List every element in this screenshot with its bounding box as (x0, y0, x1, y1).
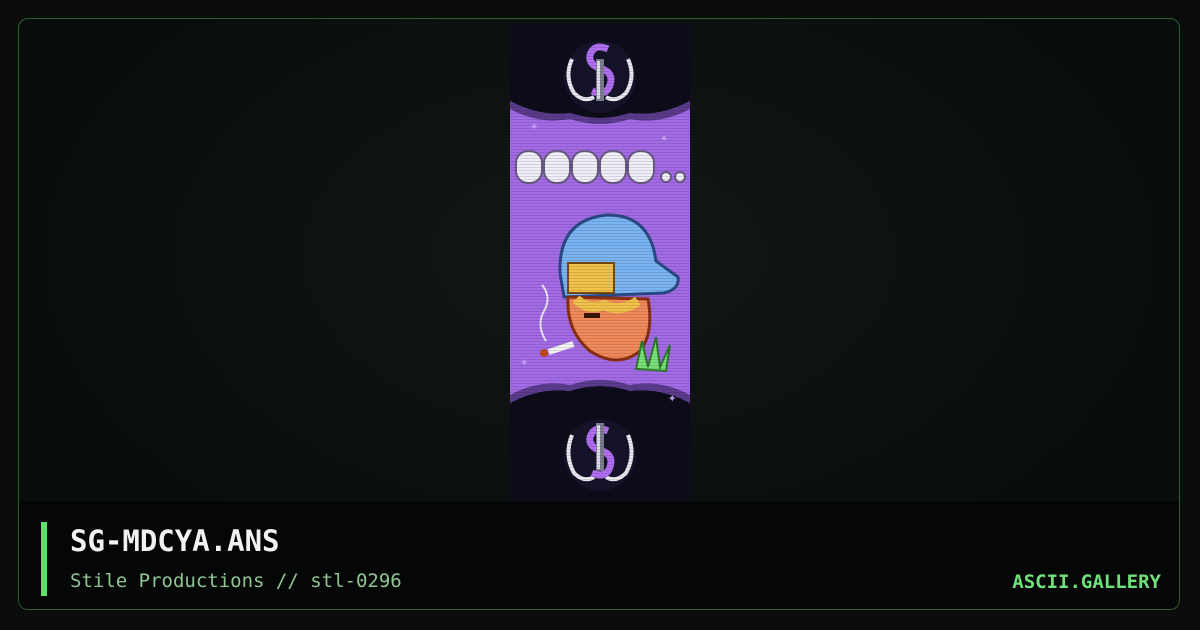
ansi-artwork-preview[interactable]: ✦ ✦ ✦ ✦ (510, 25, 690, 501)
stile-logo-icon (564, 419, 636, 491)
artwork-character (539, 213, 680, 373)
artwork-bottom-wave (510, 380, 690, 417)
sparkle-icon: ✦ (520, 354, 529, 370)
info-footer: SG-MDCYA.ANS Stile Productions // stl-02… (19, 501, 1179, 609)
site-brand-link[interactable]: ASCII.GALLERY (1012, 571, 1161, 593)
artwork-graffiti-lettering (515, 150, 686, 184)
stile-logo-icon (564, 41, 636, 113)
card-frame: ✦ ✦ ✦ ✦ SG-MDCYA.ANS Stile Productions /… (18, 18, 1180, 610)
sparkle-icon: ✦ (668, 390, 677, 406)
accent-bar (41, 522, 47, 596)
artist-group-credit: Stile Productions // stl-0296 (70, 570, 402, 592)
sparkle-icon: ✦ (530, 118, 539, 134)
sparkle-icon: ✦ (660, 130, 669, 146)
file-title: SG-MDCYA.ANS (70, 524, 280, 558)
